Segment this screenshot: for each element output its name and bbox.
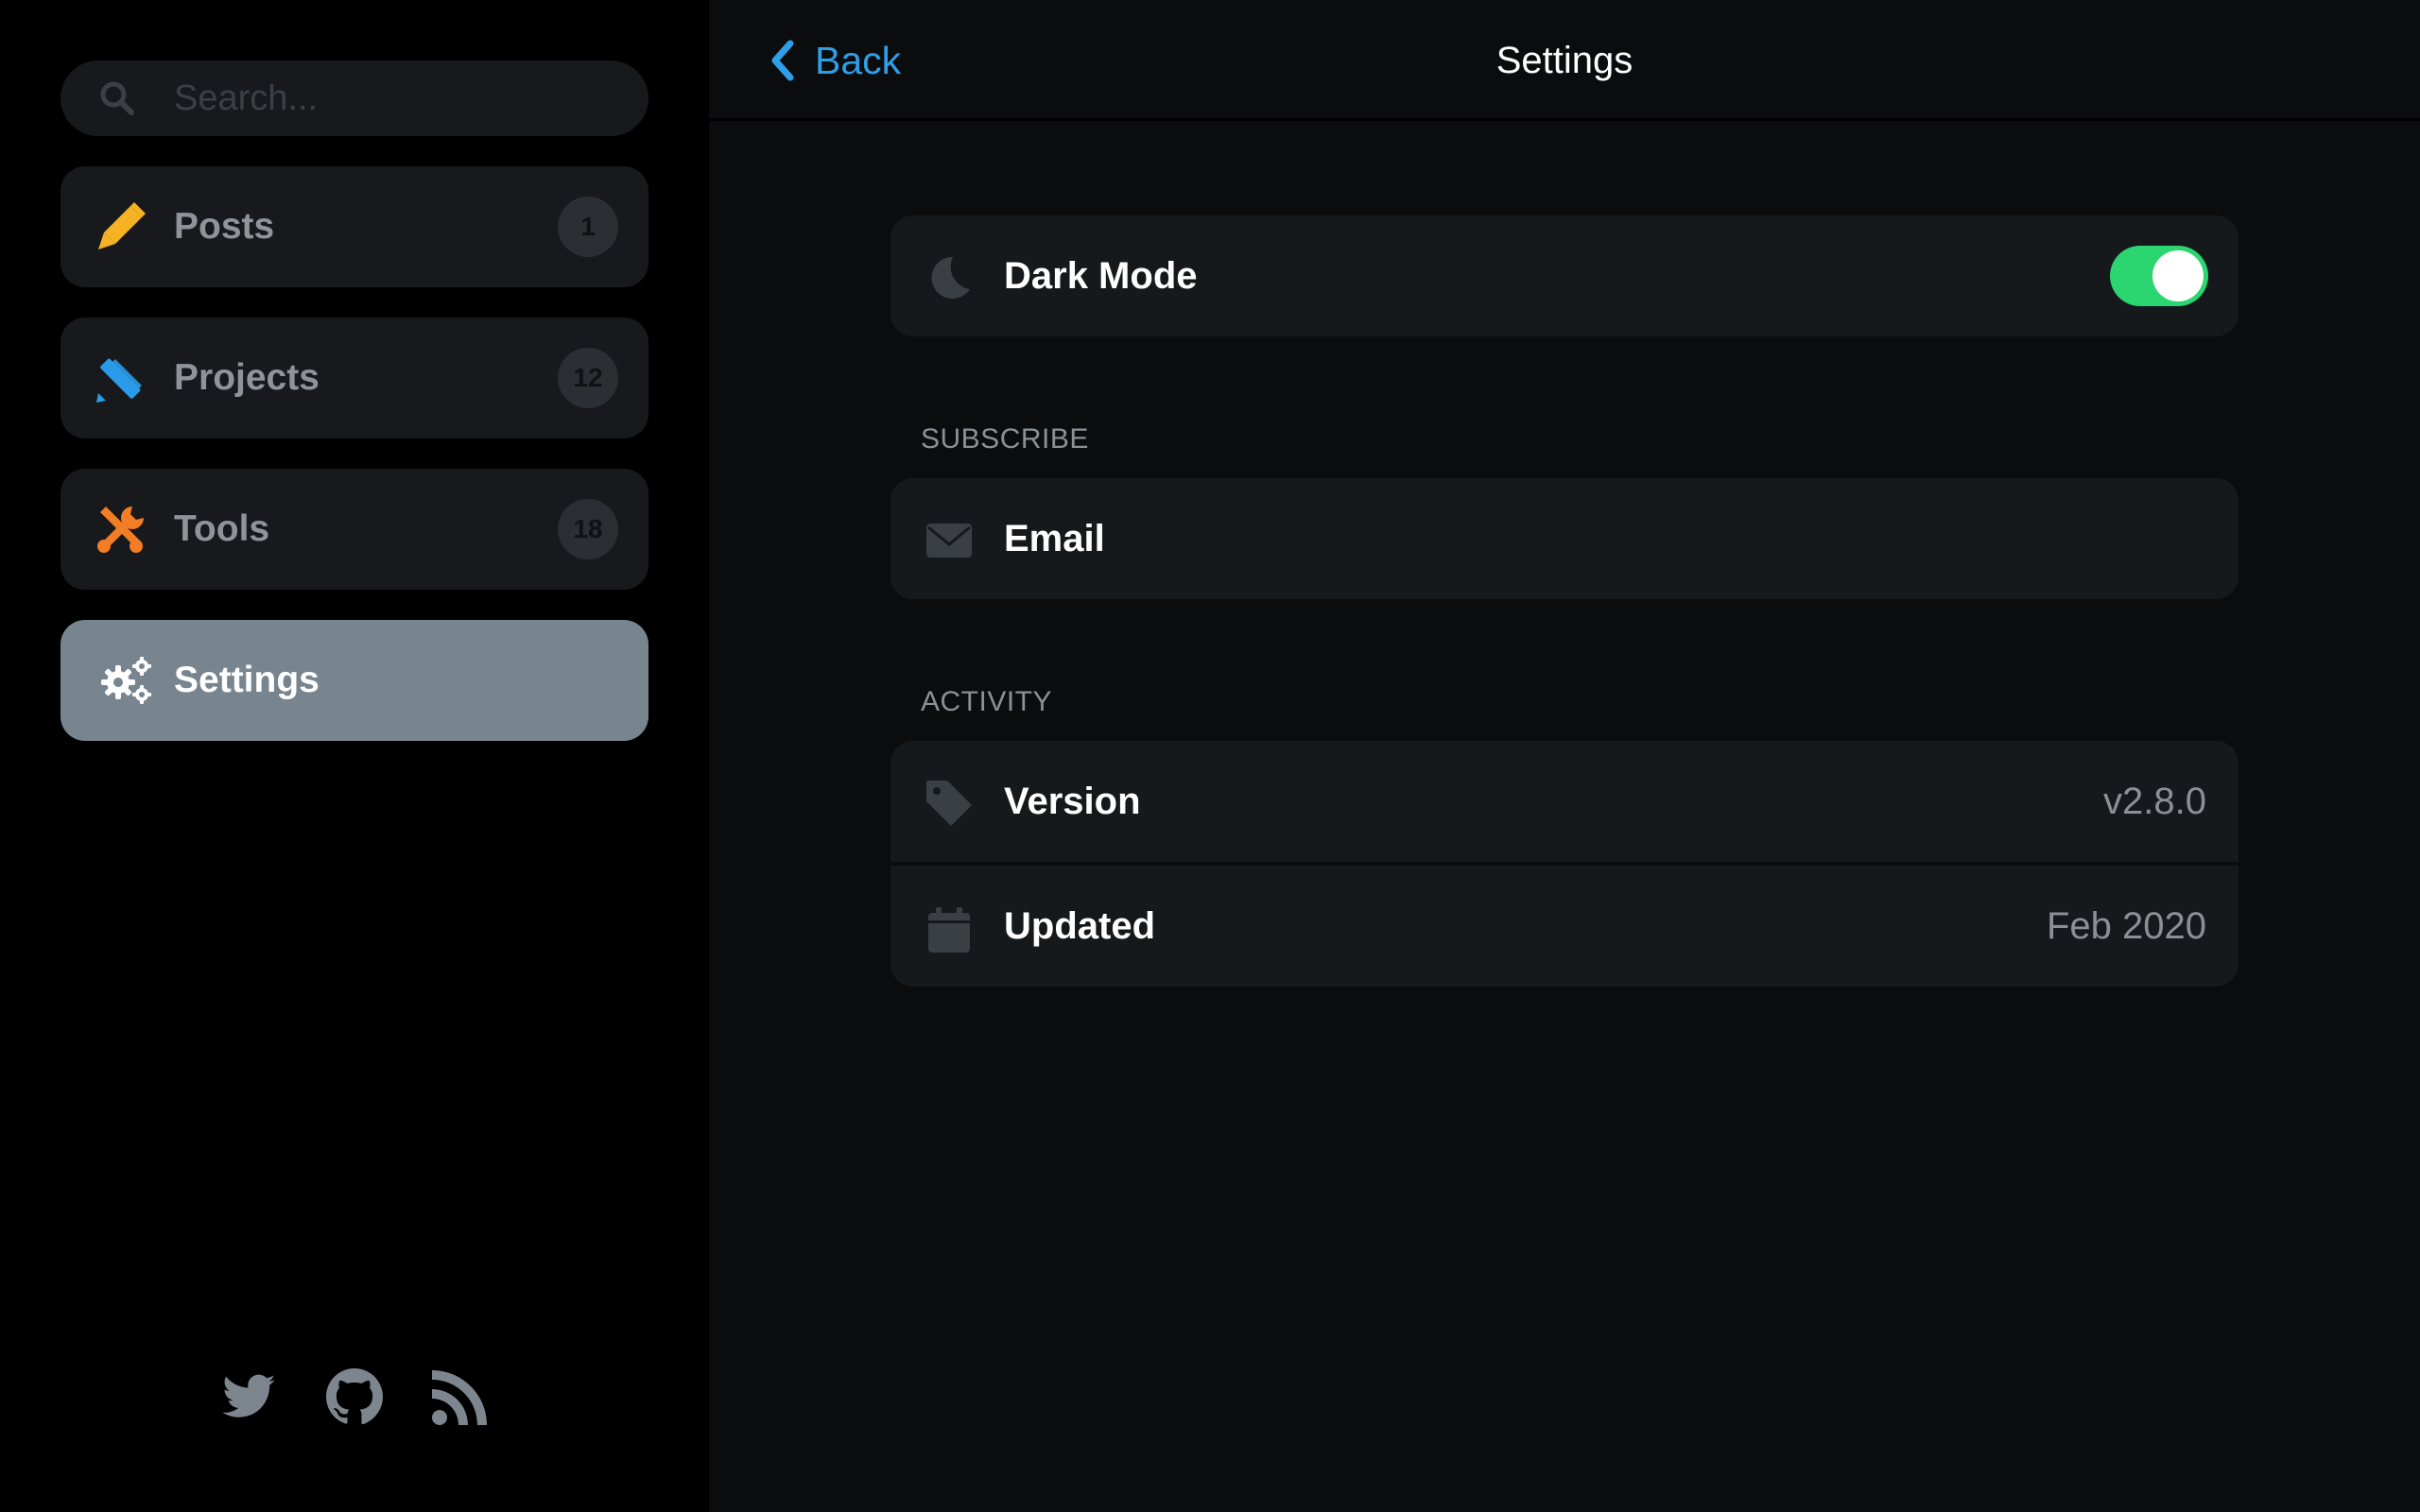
dark-mode-card: Dark Mode xyxy=(890,215,2238,336)
sidebar-item-projects[interactable]: Projects 12 xyxy=(60,318,648,438)
count-badge: 12 xyxy=(558,348,618,408)
sidebar-item-label: Settings xyxy=(174,660,320,700)
version-value: v2.8.0 xyxy=(2103,780,2206,822)
pencil-icon xyxy=(98,202,146,249)
app-window: Posts 1 Projects 12 Tools 18 xyxy=(0,0,2420,1512)
version-row: Version v2.8.0 xyxy=(890,741,2238,862)
version-label: Version xyxy=(1004,780,1141,822)
sidebar-item-settings[interactable]: Settings xyxy=(60,620,648,741)
tag-icon xyxy=(926,781,972,826)
github-icon[interactable] xyxy=(324,1366,385,1427)
calendar-icon xyxy=(928,907,970,953)
sidebar-item-posts[interactable]: Posts 1 xyxy=(60,166,648,287)
rss-icon[interactable] xyxy=(430,1366,491,1427)
dark-mode-row: Dark Mode xyxy=(890,215,2238,336)
count-badge: 18 xyxy=(558,499,618,559)
envelope-icon xyxy=(926,524,972,558)
toggle-knob xyxy=(2152,250,2204,301)
section-header-subscribe: SUBSCRIBE xyxy=(921,423,1089,455)
email-label: Email xyxy=(1004,517,1105,559)
count-badge: 1 xyxy=(558,197,618,257)
gears-icon xyxy=(101,657,151,704)
back-button[interactable]: Back xyxy=(769,32,901,89)
twitter-icon[interactable] xyxy=(218,1366,279,1427)
chevron-left-icon xyxy=(771,40,794,81)
back-label: Back xyxy=(815,39,902,82)
pencil-ruler-icon xyxy=(96,358,142,403)
search-input[interactable] xyxy=(174,60,628,136)
sidebar-item-label: Tools xyxy=(174,508,270,549)
sidebar-item-tools[interactable]: Tools 18 xyxy=(60,469,648,590)
sidebar: Posts 1 Projects 12 Tools 18 xyxy=(0,0,709,1512)
subscribe-card: Email xyxy=(890,478,2238,599)
updated-value: Feb 2020 xyxy=(2046,904,2206,947)
section-header-activity: ACTIVITY xyxy=(921,686,1053,717)
activity-card: Version v2.8.0 Updated Feb 2020 xyxy=(890,741,2238,987)
search-icon xyxy=(100,81,134,115)
main-content: Back Settings Dark Mode SUBSCRIBE Email … xyxy=(709,0,2420,1512)
email-row[interactable]: Email xyxy=(890,478,2238,599)
top-bar: Back Settings xyxy=(709,0,2420,121)
sidebar-item-label: Posts xyxy=(174,206,275,247)
updated-row: Updated Feb 2020 xyxy=(890,862,2238,987)
sidebar-item-label: Projects xyxy=(174,357,320,398)
moon-icon xyxy=(931,256,970,299)
tools-icon xyxy=(97,507,144,553)
page-title: Settings xyxy=(1495,40,1634,81)
dark-mode-toggle[interactable] xyxy=(2110,246,2208,306)
updated-label: Updated xyxy=(1004,904,1155,947)
dark-mode-label: Dark Mode xyxy=(1004,254,1198,297)
search-bar[interactable] xyxy=(60,60,648,136)
